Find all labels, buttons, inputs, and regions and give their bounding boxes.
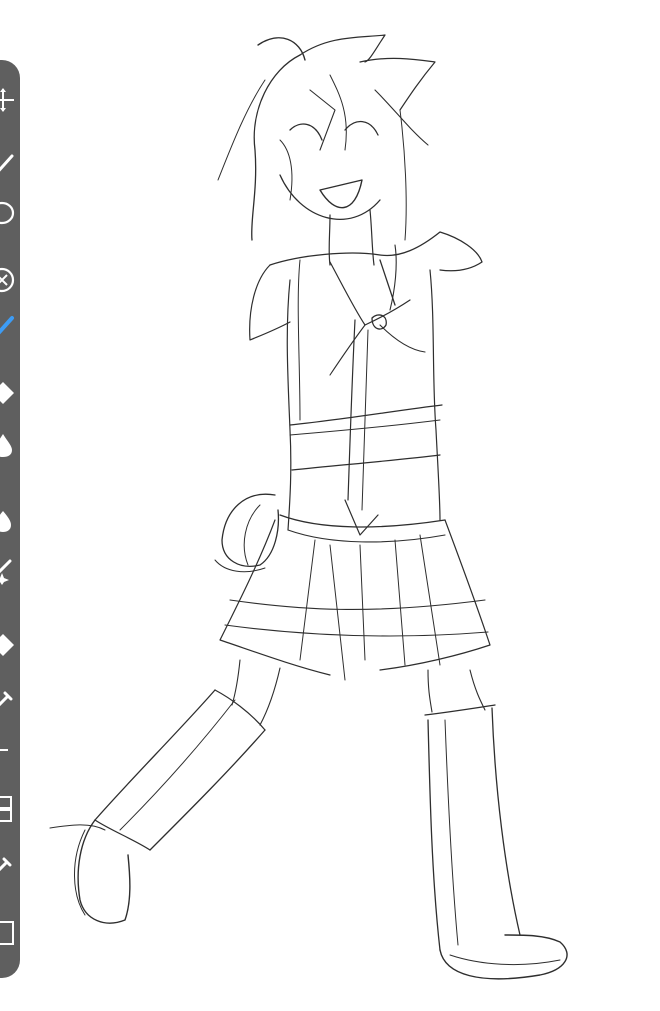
canvas-icon[interactable] — [0, 918, 18, 948]
lasso-selection-icon[interactable] — [0, 198, 18, 228]
eyedropper-icon[interactable] — [0, 685, 18, 715]
fill-icon[interactable] — [0, 630, 18, 660]
sketch-strokes — [49, 34, 568, 980]
layers-icon[interactable] — [0, 793, 18, 823]
fill-bucket-icon[interactable] — [0, 378, 18, 408]
brush-icon[interactable] — [0, 312, 18, 342]
drawing-canvas[interactable] — [0, 0, 660, 1011]
sparkle-filter-icon[interactable] — [0, 555, 18, 585]
tool-sidebar — [0, 60, 20, 978]
frame-divider-icon[interactable] — [0, 728, 18, 758]
pencil-icon[interactable] — [0, 150, 18, 180]
eraser-icon[interactable] — [0, 265, 18, 295]
color-picker-icon[interactable] — [0, 850, 18, 880]
smudge-icon[interactable] — [0, 505, 18, 535]
drawing-app — [0, 0, 660, 1011]
transform-icon[interactable] — [0, 85, 18, 115]
blur-icon[interactable] — [0, 430, 18, 460]
